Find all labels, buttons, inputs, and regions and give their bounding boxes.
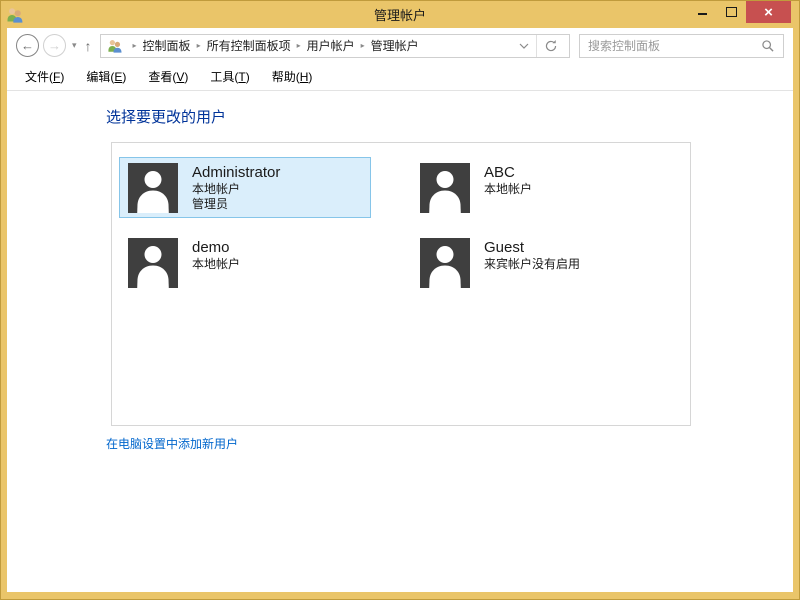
user-role: 管理员 bbox=[192, 197, 280, 212]
recent-pages-dropdown[interactable]: ▾ bbox=[72, 40, 77, 51]
user-tile-guest[interactable]: Guest 来宾帐户没有启用 bbox=[411, 232, 663, 293]
maximize-button[interactable] bbox=[717, 1, 746, 23]
search-input[interactable] bbox=[580, 39, 757, 53]
menu-view[interactable]: 查看(V) bbox=[148, 68, 188, 85]
address-dropdown-button[interactable] bbox=[512, 43, 536, 49]
breadcrumb-item-manage-accounts[interactable]: 管理帐户 bbox=[371, 37, 419, 54]
window-title: 管理帐户 bbox=[1, 5, 799, 24]
user-account-type: 本地帐户 bbox=[484, 182, 532, 197]
menu-tools[interactable]: 工具(T) bbox=[210, 68, 249, 85]
main-content: 选择要更改的用户 Administrator 本地帐户 管理员 bbox=[7, 91, 793, 592]
menu-file[interactable]: 文件(F) bbox=[25, 68, 64, 85]
user-avatar bbox=[420, 238, 470, 288]
user-account-type: 本地帐户 bbox=[192, 182, 280, 197]
menu-edit[interactable]: 编辑(E) bbox=[86, 68, 126, 85]
user-list-panel: Administrator 本地帐户 管理员 ABC bbox=[111, 142, 691, 426]
search-box bbox=[579, 34, 784, 58]
menubar: 文件(F) 编辑(E) 查看(V) 工具(T) 帮助(H) bbox=[7, 63, 793, 91]
close-button[interactable]: × bbox=[746, 1, 791, 23]
user-tile-demo[interactable]: demo 本地帐户 bbox=[119, 232, 371, 293]
user-avatar bbox=[128, 163, 178, 213]
user-tile-text: Administrator 本地帐户 管理员 bbox=[192, 163, 280, 212]
breadcrumb-item-user-accounts[interactable]: 用户帐户 bbox=[307, 37, 355, 54]
close-icon: × bbox=[764, 5, 773, 20]
manage-accounts-window: 管理帐户 × ← → ▾ ↑ ▸ bbox=[0, 0, 800, 600]
user-tile-text: demo 本地帐户 bbox=[192, 238, 240, 272]
user-account-type: 本地帐户 bbox=[192, 257, 240, 272]
breadcrumb-separator-icon[interactable]: ▸ bbox=[291, 41, 307, 50]
user-name: demo bbox=[192, 238, 240, 257]
user-avatar bbox=[420, 163, 470, 213]
user-tile-administrator[interactable]: Administrator 本地帐户 管理员 bbox=[119, 157, 371, 218]
maximize-icon bbox=[726, 7, 737, 17]
breadcrumb-item-all-items[interactable]: 所有控制面板项 bbox=[207, 37, 291, 54]
breadcrumb-item-control-panel[interactable]: 控制面板 bbox=[143, 37, 191, 54]
window-controls: × bbox=[688, 1, 791, 23]
user-name: ABC bbox=[484, 163, 532, 182]
user-avatar bbox=[128, 238, 178, 288]
user-name: Administrator bbox=[192, 163, 280, 182]
back-icon: ← bbox=[21, 38, 34, 53]
window-body: ← → ▾ ↑ ▸ 控制面板 ▸ 所有控制面板项 ▸ 用户帐户 bbox=[7, 28, 793, 592]
users-small-icon bbox=[107, 39, 123, 53]
user-name: Guest bbox=[484, 238, 580, 257]
user-account-type: 来宾帐户没有启用 bbox=[484, 257, 580, 272]
address-bar: ← → ▾ ↑ ▸ 控制面板 ▸ 所有控制面板项 ▸ 用户帐户 bbox=[7, 28, 793, 63]
user-tile-text: ABC 本地帐户 bbox=[484, 163, 532, 197]
chevron-down-icon: ▾ bbox=[72, 40, 77, 50]
breadcrumb-separator-icon[interactable]: ▸ bbox=[191, 41, 207, 50]
breadcrumb-separator-icon[interactable]: ▸ bbox=[127, 41, 143, 50]
user-tile-abc[interactable]: ABC 本地帐户 bbox=[411, 157, 663, 218]
up-button[interactable]: ↑ bbox=[85, 38, 92, 54]
menu-help[interactable]: 帮助(H) bbox=[272, 68, 313, 85]
up-arrow-icon: ↑ bbox=[85, 38, 92, 54]
forward-button[interactable]: → bbox=[43, 34, 66, 57]
minimize-icon bbox=[698, 13, 707, 15]
user-tile-text: Guest 来宾帐户没有启用 bbox=[484, 238, 580, 272]
add-user-link[interactable]: 在电脑设置中添加新用户 bbox=[106, 435, 238, 452]
refresh-button[interactable] bbox=[537, 39, 565, 53]
back-button[interactable]: ← bbox=[16, 34, 39, 57]
page-title: 选择要更改的用户 bbox=[106, 106, 226, 127]
breadcrumb-separator-icon[interactable]: ▸ bbox=[355, 41, 371, 50]
minimize-button[interactable] bbox=[688, 1, 717, 23]
breadcrumb: ▸ 控制面板 ▸ 所有控制面板项 ▸ 用户帐户 ▸ 管理帐户 bbox=[100, 34, 570, 58]
titlebar[interactable]: 管理帐户 × bbox=[1, 1, 799, 28]
forward-icon: → bbox=[48, 38, 61, 53]
search-icon[interactable] bbox=[757, 39, 783, 53]
